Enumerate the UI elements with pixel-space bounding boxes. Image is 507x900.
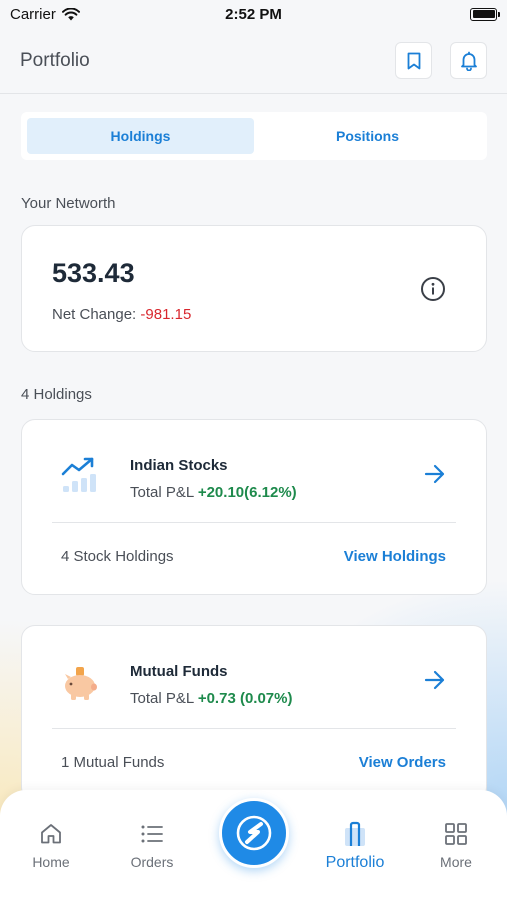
page-title: Portfolio bbox=[20, 49, 90, 71]
view-orders-link[interactable]: View Orders bbox=[359, 754, 446, 771]
nav-item-label: Orders bbox=[130, 854, 174, 870]
header: Portfolio bbox=[0, 28, 507, 94]
status-bar: Carrier 2:52 PM bbox=[0, 0, 507, 28]
holding-name: Mutual Funds bbox=[130, 663, 228, 680]
holding-count: 4 Stock Holdings bbox=[61, 548, 174, 565]
holding-card-mutual-funds[interactable]: Mutual Funds Total P&L +0.73 (0.07%) 1 M… bbox=[21, 625, 487, 801]
piggy-bank-icon bbox=[65, 667, 97, 700]
holding-pl: Total P&L +0.73 (0.07%) bbox=[130, 690, 292, 707]
nav-item-label: More bbox=[440, 854, 472, 870]
nav-item-home[interactable]: Home bbox=[11, 820, 91, 870]
app-logo-icon bbox=[236, 815, 272, 851]
net-change-value: -981.15 bbox=[140, 306, 192, 323]
portfolio-icon bbox=[345, 821, 365, 846]
holding-pl-value: +20.10(6.12%) bbox=[197, 484, 297, 501]
home-icon bbox=[41, 824, 61, 844]
list-icon bbox=[141, 825, 163, 843]
holding-pl-value: +0.73 (0.07%) bbox=[197, 690, 293, 707]
bell-icon bbox=[460, 51, 477, 71]
net-change: Net Change: -981.15 bbox=[52, 306, 191, 323]
networth-section-label: Your Networth bbox=[21, 195, 116, 212]
holdings-section-label: 4 Holdings bbox=[21, 386, 92, 403]
holding-card-indian-stocks[interactable]: Indian Stocks Total P&L +20.10(6.12%) 4 … bbox=[21, 419, 487, 595]
holding-pl-label: Total P&L bbox=[130, 484, 194, 501]
header-actions bbox=[395, 42, 487, 79]
tab-holdings[interactable]: Holdings bbox=[27, 118, 254, 154]
arrow-right-icon[interactable] bbox=[424, 670, 446, 690]
battery-icon bbox=[470, 7, 500, 21]
portfolio-tabs: Holdings Positions bbox=[21, 112, 487, 160]
bookmark-icon bbox=[407, 52, 420, 69]
holding-pl-label: Total P&L bbox=[130, 690, 194, 707]
nav-item-label: Portfolio bbox=[325, 854, 385, 871]
trending-chart-icon bbox=[61, 457, 96, 492]
nav-item-orders[interactable]: Orders bbox=[112, 820, 192, 870]
nav-item-more[interactable]: More bbox=[416, 820, 496, 870]
grid-icon bbox=[445, 823, 467, 845]
arrow-right-icon[interactable] bbox=[424, 464, 446, 484]
center-action-button[interactable] bbox=[219, 798, 289, 868]
divider bbox=[52, 522, 456, 523]
tab-positions[interactable]: Positions bbox=[254, 118, 481, 154]
notifications-button[interactable] bbox=[450, 42, 487, 79]
info-icon[interactable] bbox=[420, 276, 446, 302]
divider bbox=[52, 728, 456, 729]
networth-value: 533.43 bbox=[52, 258, 135, 288]
nav-item-label: Home bbox=[32, 854, 70, 870]
net-change-label: Net Change: bbox=[52, 306, 137, 323]
view-holdings-link[interactable]: View Holdings bbox=[344, 548, 446, 565]
bookmark-button[interactable] bbox=[395, 42, 432, 79]
networth-card: 533.43 Net Change: -981.15 bbox=[21, 225, 487, 352]
nav-item-portfolio[interactable]: Portfolio bbox=[315, 820, 395, 872]
status-time: 2:52 PM bbox=[225, 5, 282, 23]
holding-pl: Total P&L +20.10(6.12%) bbox=[130, 484, 297, 501]
holding-count: 1 Mutual Funds bbox=[61, 754, 165, 771]
holding-name: Indian Stocks bbox=[130, 457, 228, 474]
